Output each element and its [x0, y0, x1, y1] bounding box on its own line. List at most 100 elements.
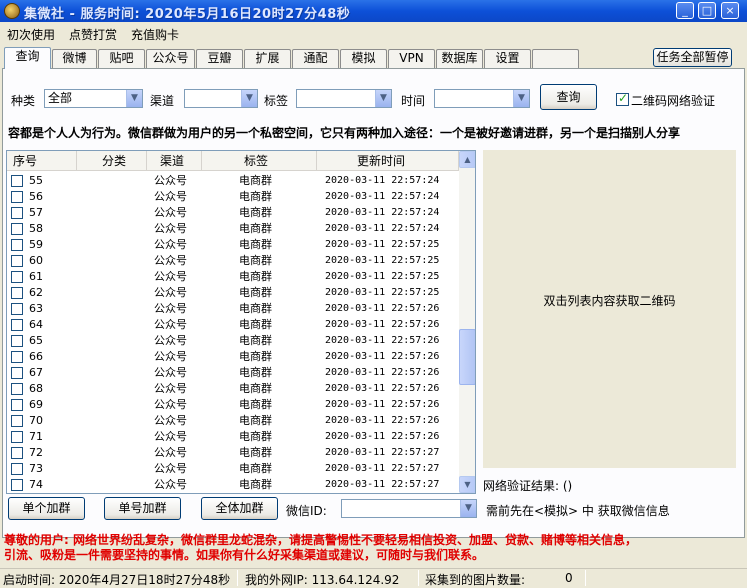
- tab-douban[interactable]: 豆瓣: [196, 49, 243, 68]
- row-update-time: 2020-03-11 22:57:26: [325, 399, 440, 410]
- row-checkbox[interactable]: [11, 239, 23, 251]
- tab-simulate[interactable]: 模拟: [340, 49, 387, 68]
- tab-vpn[interactable]: VPN: [388, 49, 435, 68]
- col-tag[interactable]: 标签: [202, 151, 317, 171]
- start-time: 启动时间: 2020年4月27日18时27分48秒: [3, 573, 231, 587]
- table-row[interactable]: 65 公众号 电商群 2020-03-11 22:57:26: [7, 333, 459, 349]
- channel-select[interactable]: ▼: [184, 89, 258, 108]
- row-channel: 公众号: [154, 190, 187, 203]
- row-checkbox[interactable]: [11, 271, 23, 283]
- row-tag: 电商群: [239, 190, 272, 203]
- chevron-down-icon: ▼: [241, 90, 257, 107]
- table-row[interactable]: 73 公众号 电商群 2020-03-11 22:57:27: [7, 461, 459, 477]
- row-checkbox[interactable]: [11, 463, 23, 475]
- scroll-down-icon[interactable]: ▼: [459, 476, 475, 493]
- table-row[interactable]: 68 公众号 电商群 2020-03-11 22:57:26: [7, 381, 459, 397]
- row-checkbox[interactable]: [11, 223, 23, 235]
- tag-select[interactable]: ▼: [296, 89, 392, 108]
- row-channel: 公众号: [154, 174, 187, 187]
- row-checkbox[interactable]: [11, 351, 23, 363]
- qr-display-area[interactable]: 双击列表内容获取二维码: [483, 150, 736, 468]
- single-number-join-button[interactable]: 单号加群: [104, 497, 181, 520]
- menu-first-use[interactable]: 初次使用: [7, 26, 55, 43]
- group-list[interactable]: 序号 分类 渠道 标签 更新时间 55 公众号 电商群 2020-03-11 22:5…: [6, 150, 476, 494]
- col-channel[interactable]: 渠道: [147, 151, 202, 171]
- row-checkbox[interactable]: [11, 367, 23, 379]
- tab-wildcard[interactable]: 通配: [292, 49, 339, 68]
- query-button[interactable]: 查询: [540, 84, 597, 110]
- tab-tieba[interactable]: 贴吧: [98, 49, 145, 68]
- net-verify-result: 网络验证结果: (): [483, 479, 573, 493]
- table-row[interactable]: 71 公众号 电商群 2020-03-11 22:57:26: [7, 429, 459, 445]
- tab-settings[interactable]: 设置: [484, 49, 531, 68]
- row-checkbox[interactable]: [11, 303, 23, 315]
- row-tag: 电商群: [239, 446, 272, 459]
- table-row[interactable]: 62 公众号 电商群 2020-03-11 22:57:25: [7, 285, 459, 301]
- table-row[interactable]: 69 公众号 电商群 2020-03-11 22:57:26: [7, 397, 459, 413]
- minimize-button[interactable]: _: [676, 2, 694, 19]
- table-row[interactable]: 59 公众号 电商群 2020-03-11 22:57:25: [7, 237, 459, 253]
- row-update-time: 2020-03-11 22:57:26: [325, 319, 440, 330]
- qr-verify-checkbox[interactable]: [616, 91, 629, 106]
- row-channel: 公众号: [154, 446, 187, 459]
- tab-query[interactable]: 查询: [4, 47, 51, 69]
- status-bar: 启动时间: 2020年4月27日18时27分48秒 我的外网IP: 113.64…: [0, 568, 747, 587]
- row-checkbox[interactable]: [11, 431, 23, 443]
- warning-line-1: 尊敬的用户: 网络世界纷乱复杂，微信群里龙蛇混杂，请提高警惕性不要轻易相信投资、…: [4, 533, 637, 547]
- wechat-id-select[interactable]: ▼: [341, 499, 477, 518]
- row-tag: 电商群: [239, 254, 272, 267]
- table-row[interactable]: 55 公众号 电商群 2020-03-11 22:57:24: [7, 173, 459, 189]
- row-checkbox[interactable]: [11, 191, 23, 203]
- table-row[interactable]: 74 公众号 电商群 2020-03-11 22:57:27: [7, 477, 459, 493]
- row-checkbox[interactable]: [11, 335, 23, 347]
- row-checkbox[interactable]: [11, 207, 23, 219]
- row-channel: 公众号: [154, 462, 187, 475]
- tab-blank[interactable]: [532, 49, 579, 68]
- row-checkbox[interactable]: [11, 415, 23, 427]
- col-category[interactable]: 分类: [77, 151, 147, 171]
- tab-extend[interactable]: 扩展: [244, 49, 291, 68]
- tab-database[interactable]: 数据库: [436, 49, 483, 68]
- menu-recharge[interactable]: 充值购卡: [131, 26, 179, 43]
- kind-select[interactable]: 全部 ▼: [44, 89, 143, 108]
- tab-weibo[interactable]: 微博: [52, 49, 97, 68]
- table-row[interactable]: 66 公众号 电商群 2020-03-11 22:57:26: [7, 349, 459, 365]
- row-checkbox[interactable]: [11, 175, 23, 187]
- row-checkbox[interactable]: [11, 287, 23, 299]
- table-row[interactable]: 64 公众号 电商群 2020-03-11 22:57:26: [7, 317, 459, 333]
- table-row[interactable]: 61 公众号 电商群 2020-03-11 22:57:25: [7, 269, 459, 285]
- table-row[interactable]: 60 公众号 电商群 2020-03-11 22:57:25: [7, 253, 459, 269]
- time-select[interactable]: ▼: [434, 89, 530, 108]
- close-button[interactable]: ×: [721, 2, 739, 19]
- pause-all-button[interactable]: 任务全部暂停: [653, 48, 732, 67]
- row-id: 74: [29, 478, 43, 491]
- row-checkbox[interactable]: [11, 255, 23, 267]
- row-checkbox[interactable]: [11, 383, 23, 395]
- row-tag: 电商群: [239, 318, 272, 331]
- restore-button[interactable]: □: [698, 2, 716, 19]
- vertical-scrollbar[interactable]: ▲ ▼: [459, 151, 475, 493]
- scroll-thumb[interactable]: [459, 329, 475, 385]
- channel-label: 渠道: [150, 94, 175, 108]
- col-id[interactable]: 序号: [7, 151, 77, 171]
- table-row[interactable]: 70 公众号 电商群 2020-03-11 22:57:26: [7, 413, 459, 429]
- all-join-button[interactable]: 全体加群: [201, 497, 278, 520]
- row-checkbox[interactable]: [11, 479, 23, 491]
- row-checkbox[interactable]: [11, 319, 23, 331]
- table-row[interactable]: 58 公众号 电商群 2020-03-11 22:57:24: [7, 221, 459, 237]
- row-checkbox[interactable]: [11, 447, 23, 459]
- table-row[interactable]: 67 公众号 电商群 2020-03-11 22:57:26: [7, 365, 459, 381]
- table-row[interactable]: 56 公众号 电商群 2020-03-11 22:57:24: [7, 189, 459, 205]
- col-update-time[interactable]: 更新时间: [317, 151, 459, 171]
- row-checkbox[interactable]: [11, 399, 23, 411]
- table-row[interactable]: 72 公众号 电商群 2020-03-11 22:57:27: [7, 445, 459, 461]
- table-row[interactable]: 57 公众号 电商群 2020-03-11 22:57:24: [7, 205, 459, 221]
- tab-official-account[interactable]: 公众号: [146, 49, 195, 68]
- chevron-down-icon: ▼: [126, 90, 142, 107]
- images-count: 0: [565, 571, 573, 585]
- scroll-up-icon[interactable]: ▲: [459, 151, 475, 168]
- row-update-time: 2020-03-11 22:57:24: [325, 223, 440, 234]
- single-join-button[interactable]: 单个加群: [8, 497, 85, 520]
- menu-reward[interactable]: 点赞打赏: [69, 26, 117, 43]
- table-row[interactable]: 63 公众号 电商群 2020-03-11 22:57:26: [7, 301, 459, 317]
